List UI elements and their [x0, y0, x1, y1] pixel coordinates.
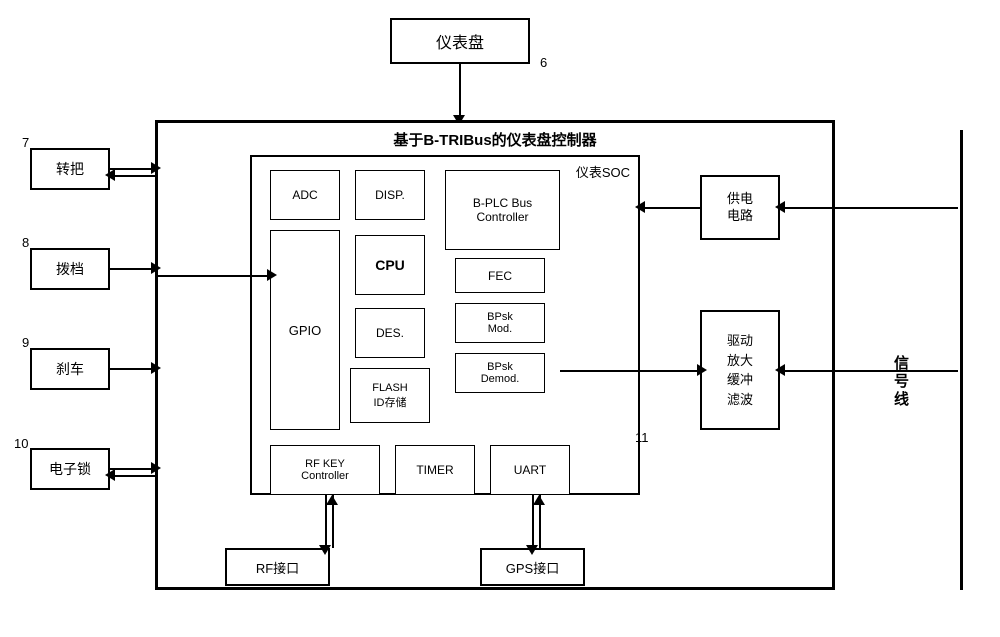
arrow-signal-power: [780, 207, 958, 209]
arrow-left-to-gpio: [155, 275, 270, 277]
num-7: 7: [22, 135, 29, 150]
elock-box: 电子锁: [30, 448, 110, 490]
cpu-box: CPU: [355, 235, 425, 295]
signal-line-label: 信号线: [890, 355, 911, 409]
arrow-throttle-back: [110, 175, 155, 177]
power-box: 供电 电路: [700, 175, 780, 240]
drive-box: 驱动 放大 缓冲 滤波: [700, 310, 780, 430]
arrowhead-throttle: [151, 162, 161, 174]
arrowhead-throttle-back: [105, 169, 115, 181]
arrow-bplc-right: [560, 370, 700, 372]
num-10: 10: [14, 436, 28, 451]
arrowhead-rfkey-down: [319, 545, 331, 555]
arrow-brake-right: [110, 368, 155, 370]
dashboard-label: 仪表盘: [436, 29, 484, 53]
bpsk-demod-box: BPsk Demod.: [455, 353, 545, 393]
arrowhead-power-left: [635, 201, 645, 213]
arrow-elock-right: [110, 468, 155, 470]
brake-box: 刹车: [30, 348, 110, 390]
bpsk-mod-box: BPsk Mod.: [455, 303, 545, 343]
num-6: 6: [540, 55, 547, 70]
arrow-signal-drive: [780, 370, 958, 372]
diagram-container: 仪表盘 6 基于B-TRIBus的仪表盘控制器 仪表SOC ADC DISP. …: [0, 0, 1000, 637]
num-8: 8: [22, 235, 29, 250]
arrowhead-signal-power: [775, 201, 785, 213]
signal-line-bar: [960, 130, 963, 590]
disp-box: DISP.: [355, 170, 425, 220]
arrowhead-elock: [151, 462, 161, 474]
arrowhead-left-to-gpio: [267, 269, 277, 281]
soc-label: 仪表SOC: [576, 162, 630, 181]
arrowhead-elock-back: [105, 469, 115, 481]
arrowhead-bplc-right: [697, 364, 707, 376]
arrowhead-brake: [151, 362, 161, 374]
arrowhead-gps-down: [526, 545, 538, 555]
dashboard-box: 仪表盘: [390, 18, 530, 64]
rf-interface-box: RF接口: [225, 548, 330, 586]
flash-box: FLASH ID存储: [350, 368, 430, 423]
throttle-box: 转把: [30, 148, 110, 190]
arrow-throttle-right: [110, 168, 155, 170]
arrowhead-signal-drive: [775, 364, 785, 376]
arrowhead-rfkey-up: [326, 495, 338, 505]
outer-box-label: 基于B-TRIBus的仪表盘控制器: [393, 129, 596, 150]
gear-box: 拨档: [30, 248, 110, 290]
des-box: DES.: [355, 308, 425, 358]
arrow-power-left: [640, 207, 700, 209]
arrowhead-gps-up: [533, 495, 545, 505]
bplc-box: B-PLC Bus Controller: [445, 170, 560, 250]
arrow-elock-back: [110, 475, 155, 477]
num-9: 9: [22, 335, 29, 350]
adc-box: ADC: [270, 170, 340, 220]
uart-box: UART: [490, 445, 570, 495]
arrow-gear-right: [110, 268, 155, 270]
gpio-box: GPIO: [270, 230, 340, 430]
rf-key-box: RF KEY Controller: [270, 445, 380, 495]
num-11: 11: [635, 430, 649, 445]
arrowhead-gear: [151, 262, 161, 274]
fec-box: FEC: [455, 258, 545, 293]
timer-box: TIMER: [395, 445, 475, 495]
arrow-dashboard-down: [459, 64, 461, 119]
